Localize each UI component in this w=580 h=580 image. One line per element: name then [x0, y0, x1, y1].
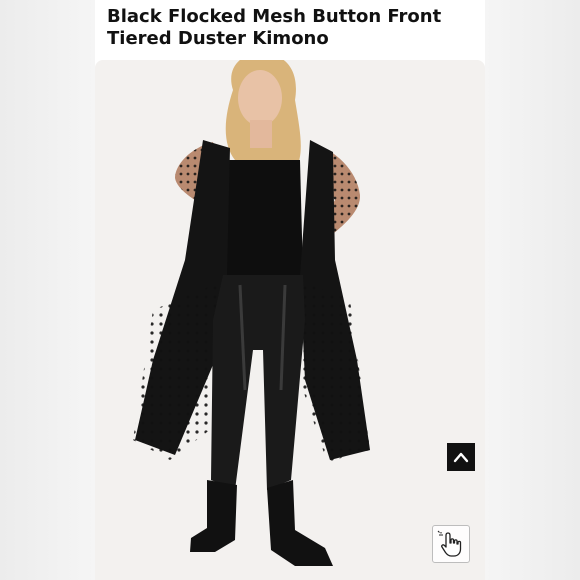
pointer-hand-icon [437, 530, 462, 557]
pointer-hand-cursor [432, 525, 470, 563]
scroll-to-top-button[interactable] [447, 443, 475, 471]
product-photo[interactable] [95, 60, 485, 580]
chevron-up-icon [453, 452, 469, 463]
product-panel: Black Flocked Mesh Button Front Tiered D… [95, 0, 485, 580]
left-margin [0, 0, 95, 580]
model-illustration [133, 60, 370, 566]
product-title: Black Flocked Mesh Button Front Tiered D… [107, 6, 442, 49]
right-margin [485, 0, 580, 580]
